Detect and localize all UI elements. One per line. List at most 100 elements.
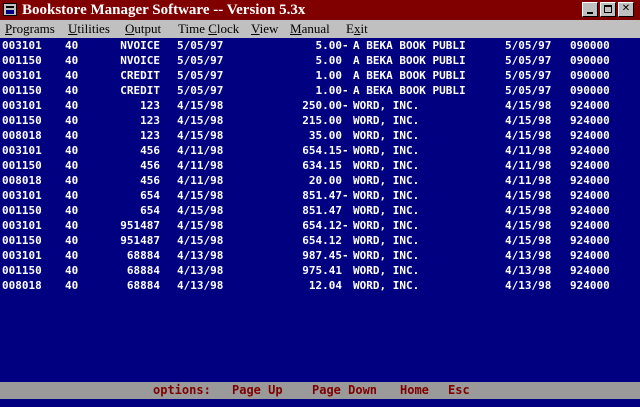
reference-cell: NVOICE [120,54,160,67]
number-cell: 924000 [570,174,610,187]
due-date-cell: 5/05/97 [505,84,552,97]
code-cell: 40 [65,189,79,202]
amount-cell: 975.41 [302,264,342,277]
due-date-cell: 4/15/98 [505,99,552,112]
reference-cell: 68884 [126,249,160,262]
code-cell: 40 [65,39,79,52]
code-cell: 40 [65,144,79,157]
amount-cell: 654.12 [302,234,342,247]
account-cell: 003101 [2,99,42,112]
amount-cell: 987.45 [302,249,342,262]
amount-cell: 654.15 [302,144,342,157]
home-option[interactable]: Home [400,382,429,399]
amount-cell: 634.15 [302,159,342,172]
date-cell: 4/11/98 [177,144,224,157]
close-button[interactable]: ✕ [618,2,634,17]
date-cell: 5/05/97 [177,39,224,52]
menu-manual[interactable]: Manual [290,20,330,38]
table-row[interactable]: 001150 40 68884 4/13/98 975.41 WORD, INC. 4/13… [0,263,640,278]
table-row[interactable]: 001150 40 NVOICE 5/05/97 5.00 A BEKA BOOK PUB… [0,53,640,68]
title-bar[interactable]: Bookstore Manager Software -- Version 5.… [0,0,640,20]
vendor-cell: WORD, INC. [353,114,420,127]
vendor-cell: A BEKA BOOK PUBLI [353,54,466,67]
maximize-button[interactable] [600,2,616,17]
due-date-cell: 4/13/98 [505,264,552,277]
amount-sign-cell: - [342,249,349,262]
table-row[interactable]: 003101 40 NVOICE 5/05/97 5.00- A BEKA BOOK PU… [0,38,640,53]
account-cell: 003101 [2,219,42,232]
menu-output[interactable]: Output [125,20,161,38]
reference-cell: 123 [140,99,160,112]
date-cell: 4/15/98 [177,234,224,247]
esc-option[interactable]: Esc [448,382,470,399]
table-row[interactable]: 003101 40 951487 4/15/98 654.12- WORD, INC. 4/… [0,218,640,233]
table-row[interactable]: 008018 40 68884 4/13/98 12.04 WORD, INC. 4/13/… [0,278,640,293]
date-cell: 4/15/98 [177,114,224,127]
table-row[interactable]: 003101 40 68884 4/13/98 987.45- WORD, INC. 4/1… [0,248,640,263]
menu-exit[interactable]: Exit [346,20,368,38]
amount-cell: 20.00 [308,174,342,187]
number-cell: 924000 [570,129,610,142]
date-cell: 4/15/98 [177,219,224,232]
table-row[interactable]: 003101 40 456 4/11/98 654.15- WORD, INC. 4/11/… [0,143,640,158]
date-cell: 4/15/98 [177,129,224,142]
menu-utilities[interactable]: Utilities [68,20,110,38]
number-cell: 924000 [570,114,610,127]
reference-cell: 123 [140,129,160,142]
reference-cell: 68884 [126,264,160,277]
table-row[interactable]: 003101 40 654 4/15/98 851.47- WORD, INC. 4/15/… [0,188,640,203]
account-cell: 008018 [2,129,42,142]
account-cell: 001150 [2,84,42,97]
table-row[interactable]: 001150 40 654 4/15/98 851.47 WORD, INC. 4/15/9… [0,203,640,218]
table-row[interactable]: 001150 40 CREDIT 5/05/97 1.00- A BEKA BOOK PU… [0,83,640,98]
account-cell: 001150 [2,264,42,277]
code-cell: 40 [65,129,79,142]
table-row[interactable]: 008018 40 456 4/11/98 20.00 WORD, INC. 4/11/98… [0,173,640,188]
menu-time-clock[interactable]: Time Clock [178,20,239,38]
amount-cell: 5.00 [315,39,343,52]
table-row[interactable]: 003101 40 CREDIT 5/05/97 1.00 A BEKA BOOK PUB… [0,68,640,83]
table-row[interactable]: 001150 40 456 4/11/98 634.15 WORD, INC. 4/11/9… [0,158,640,173]
app-icon[interactable] [3,3,17,16]
menu-view[interactable]: View [251,20,278,38]
account-cell: 003101 [2,69,42,82]
code-cell: 40 [65,234,79,247]
page-up-option[interactable]: Page Up [232,382,283,399]
number-cell: 924000 [570,249,610,262]
window-title: Bookstore Manager Software -- Version 5.… [22,2,306,18]
amount-sign-cell: - [342,144,349,157]
number-cell: 924000 [570,219,610,232]
due-date-cell: 4/11/98 [505,144,552,157]
number-cell: 924000 [570,189,610,202]
table-row[interactable]: 008018 40 123 4/15/98 35.00 WORD, INC. 4/15/98… [0,128,640,143]
table-row[interactable]: 003101 40 123 4/15/98 250.00- WORD, INC. 4/15/… [0,98,640,113]
code-cell: 40 [65,99,79,112]
code-cell: 40 [65,249,79,262]
minimize-button[interactable] [582,2,598,17]
number-cell: 090000 [570,39,610,52]
account-cell: 008018 [2,279,42,292]
maximize-icon [604,5,612,13]
reference-cell: NVOICE [120,39,160,52]
reference-cell: 456 [140,174,160,187]
page-down-option[interactable]: Page Down [312,382,377,399]
date-cell: 4/15/98 [177,204,224,217]
vendor-cell: WORD, INC. [353,249,420,262]
account-cell: 001150 [2,54,42,67]
vendor-cell: WORD, INC. [353,264,420,277]
transaction-list[interactable]: 003101 40 NVOICE 5/05/97 5.00 - A BEKA BOOK PU… [0,38,640,382]
reference-cell: 654 [140,204,160,217]
table-row[interactable]: 001150 40 951487 4/15/98 654.12 WORD, INC. 4/1… [0,233,640,248]
table-row[interactable]: 001150 40 123 4/15/98 215.00 WORD, INC. 4/15/9… [0,113,640,128]
vendor-cell: WORD, INC. [353,219,420,232]
amount-cell: 215.00 [302,114,342,127]
date-cell: 5/05/97 [177,54,224,67]
reference-cell: 951487 [120,219,160,232]
vendor-cell: WORD, INC. [353,279,420,292]
due-date-cell: 5/05/97 [505,54,552,67]
vendor-cell: WORD, INC. [353,204,420,217]
vendor-cell: WORD, INC. [353,189,420,202]
amount-cell: 1.00 [315,69,343,82]
menu-programs[interactable]: Programs [5,20,55,38]
amount-sign-cell: - [342,99,349,112]
